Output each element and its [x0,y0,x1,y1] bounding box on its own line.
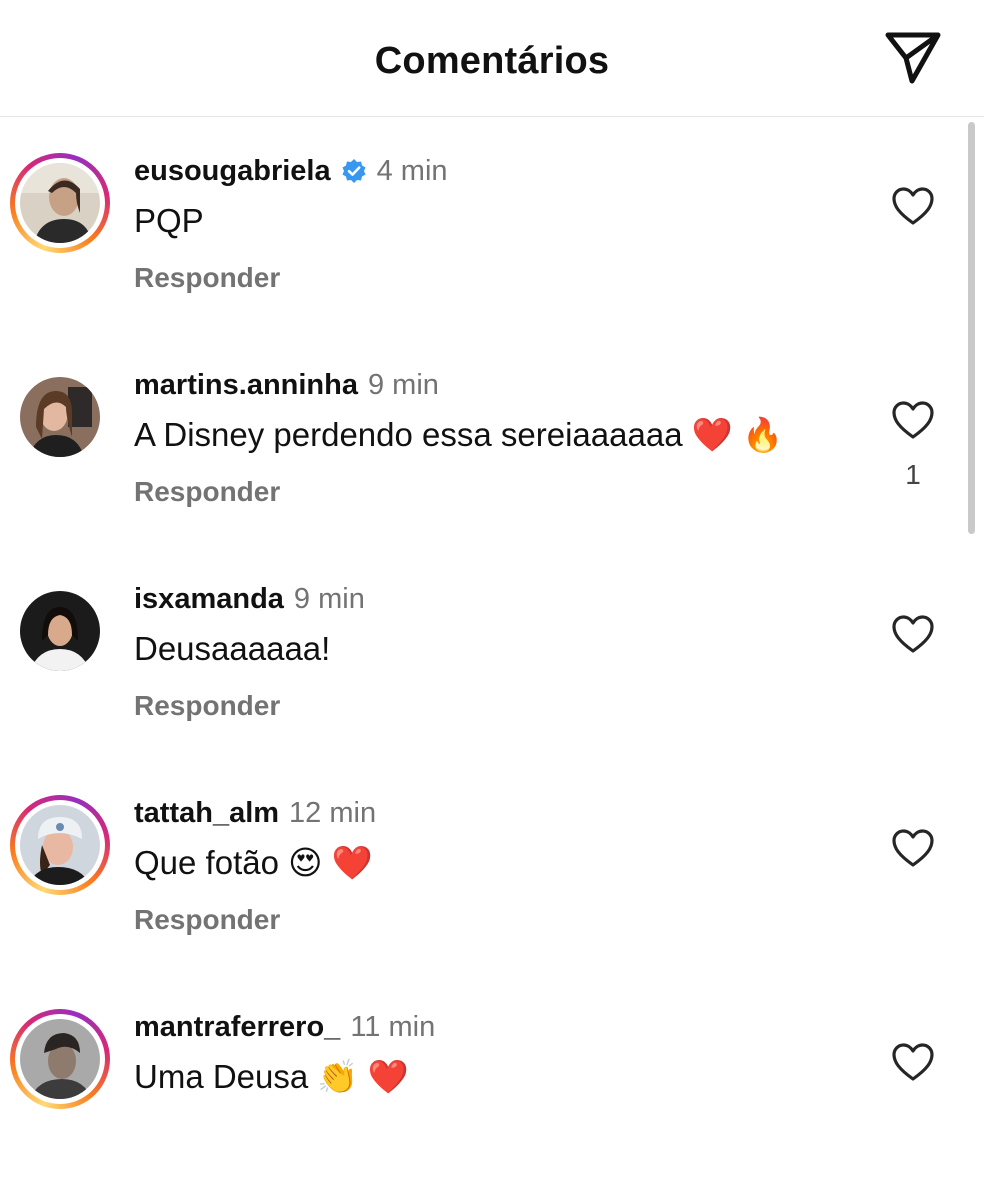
comment-timestamp: 12 min [289,797,377,829]
comment-username[interactable]: eusougabriela [134,153,331,189]
comment-item: mantraferrero_ 11 min Uma Deusa 👏 ❤️ [0,973,960,1187]
heart-outline-icon [891,1042,935,1087]
comment-timestamp: 4 min [376,155,448,187]
comment-list: eusougabriela 4 min PQP Responder martin… [0,117,984,1109]
like-button[interactable] [888,613,938,659]
avatar-wrap[interactable] [10,367,110,467]
reply-button[interactable]: Responder [134,904,280,936]
heart-outline-icon [891,614,935,659]
heart-outline-icon [891,400,935,445]
comment-username[interactable]: martins.anninha [134,367,358,403]
like-count: 1 [905,459,921,490]
comment-item: tattah_alm 12 min Que fotão 😍 ❤️ Respond… [0,759,960,973]
share-button[interactable] [880,30,946,90]
comment-text: Deusaaaaaa! [134,630,331,667]
reply-button[interactable]: Responder [134,690,280,722]
comment-text: A Disney perdendo essa sereiaaaaaa ❤️ 🔥 [134,416,784,453]
like-button[interactable] [888,399,938,445]
avatar [20,377,100,457]
avatar [20,163,100,243]
avatar [20,1019,100,1099]
reply-button[interactable]: Responder [134,476,280,508]
story-ring[interactable] [10,795,110,895]
comment-username[interactable]: isxamanda [134,581,284,617]
comment-text: Uma Deusa 👏 ❤️ [134,1058,409,1095]
comment-timestamp: 9 min [368,369,439,401]
story-ring[interactable] [10,153,110,253]
avatar [20,805,100,885]
verified-badge-icon [341,158,367,184]
reply-button[interactable]: Responder [134,262,280,294]
like-button[interactable] [888,1041,938,1087]
comment-item: isxamanda 9 min Deusaaaaaa! Responder [0,545,960,759]
avatar [20,591,100,671]
like-button[interactable] [888,827,938,873]
comment-item: eusougabriela 4 min PQP Responder [0,117,960,331]
avatar-wrap[interactable] [10,581,110,681]
comment-text: PQP [134,202,204,239]
paper-plane-icon [884,31,942,90]
comment-item: martins.anninha 9 min A Disney perdendo … [0,331,960,545]
comment-timestamp: 9 min [293,583,365,615]
page-title: Comentários [374,40,610,82]
heart-outline-icon [891,828,935,873]
comment-username[interactable]: mantraferrero_ [134,1009,340,1045]
comment-text: Que fotão 😍 ❤️ [134,844,373,881]
heart-outline-icon [891,186,935,231]
comments-header: Comentários [0,0,984,117]
story-ring[interactable] [10,1009,110,1109]
comment-timestamp: 11 min [350,1011,436,1043]
like-button[interactable] [888,185,938,231]
comment-username[interactable]: tattah_alm [134,795,279,831]
